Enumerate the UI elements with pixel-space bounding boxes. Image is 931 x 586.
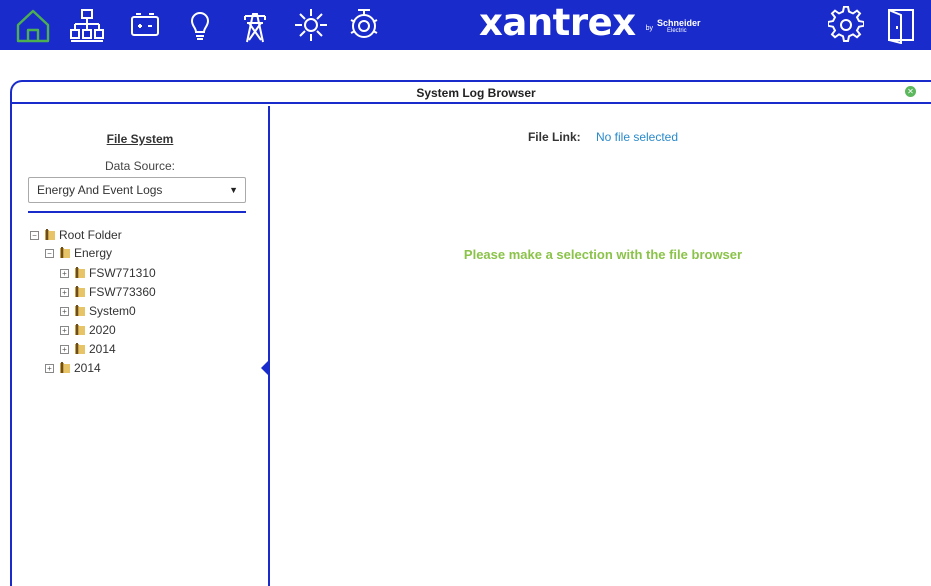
brand-name: xantrex — [479, 0, 636, 44]
system-log-browser-panel: System Log Browser ✕ File System Data So… — [10, 80, 931, 586]
xantrex-logo: xantrex by Schneider Electric — [479, 0, 701, 50]
expand-toggle-icon[interactable]: + — [60, 268, 69, 278]
collapse-toggle-icon[interactable]: − — [45, 248, 54, 258]
tree-node-fsw773360[interactable]: + FSW773360 — [60, 283, 156, 301]
expand-toggle-icon[interactable]: + — [60, 287, 69, 297]
network-icon[interactable] — [64, 0, 110, 50]
close-icon[interactable]: ✕ — [905, 86, 916, 97]
logout-icon[interactable] — [878, 0, 924, 50]
tree-node-fsw771310[interactable]: + FSW771310 — [60, 264, 156, 282]
gear-icon[interactable] — [823, 0, 869, 50]
home-icon[interactable] — [10, 0, 56, 50]
folder-icon — [75, 286, 85, 297]
battery-icon[interactable] — [122, 0, 168, 50]
file-view-pane: File Link: No file selected Please make … — [274, 106, 931, 586]
tree-node-label: Energy — [74, 246, 113, 260]
folder-icon — [75, 305, 85, 316]
collapse-toggle-icon[interactable]: − — [30, 230, 39, 240]
selection-message: Please make a selection with the file br… — [463, 247, 743, 262]
folder-icon — [60, 362, 70, 373]
data-source-select[interactable]: Energy And Event Logs ▼ — [28, 177, 246, 203]
chevron-down-icon: ▼ — [229, 185, 238, 195]
folder-icon — [75, 324, 85, 335]
tree-node-label: FSW771310 — [89, 266, 156, 280]
file-link-label: File Link: — [527, 130, 581, 144]
brand-partner-name: Schneider — [656, 17, 701, 28]
tree-node-2014-energy[interactable]: + 2014 — [60, 340, 116, 358]
tree-node-label: System0 — [89, 304, 136, 318]
tree-node-system0[interactable]: + System0 — [60, 302, 136, 320]
expand-toggle-icon[interactable]: + — [45, 363, 54, 373]
folder-icon — [75, 343, 85, 354]
sun-icon[interactable] — [288, 0, 334, 50]
expand-toggle-icon[interactable]: + — [60, 325, 69, 335]
tree-node-root-folder[interactable]: − Root Folder — [30, 226, 122, 244]
expand-toggle-icon[interactable]: + — [60, 344, 69, 354]
tree-node-label: Root Folder — [59, 228, 122, 242]
tree-node-2014-root[interactable]: + 2014 — [45, 359, 101, 377]
expand-toggle-icon[interactable]: + — [60, 306, 69, 316]
tree-node-label: FSW773360 — [89, 285, 156, 299]
brand-partner-sub: Electric — [666, 27, 687, 34]
folder-icon — [45, 229, 55, 240]
generator-icon[interactable] — [341, 0, 387, 50]
data-source-value: Energy And Event Logs — [37, 183, 163, 197]
top-nav-bar: xantrex by Schneider Electric — [0, 0, 931, 50]
tree-node-label: 2020 — [89, 323, 116, 337]
tree-node-label: 2014 — [74, 361, 101, 375]
file-system-title: File System — [106, 132, 174, 146]
folder-icon — [60, 247, 70, 258]
brand-partner: Schneider Electric — [656, 17, 701, 34]
power-tower-icon[interactable] — [232, 0, 278, 50]
data-source-label: Data Source: — [104, 159, 176, 173]
file-link-value[interactable]: No file selected — [596, 130, 678, 144]
panel-title: System Log Browser — [12, 82, 931, 104]
lightbulb-icon[interactable] — [177, 0, 223, 50]
file-link-row: File Link: No file selected — [274, 130, 931, 144]
tree-node-label: 2014 — [89, 342, 116, 356]
divider — [28, 211, 246, 213]
tree-node-energy[interactable]: − Energy — [45, 244, 112, 262]
tree-node-2020[interactable]: + 2020 — [60, 321, 116, 339]
collapse-pane-icon[interactable] — [261, 361, 268, 375]
file-system-pane: File System Data Source: Energy And Even… — [12, 106, 270, 586]
folder-icon — [75, 267, 85, 278]
brand-by: by — [645, 24, 653, 32]
